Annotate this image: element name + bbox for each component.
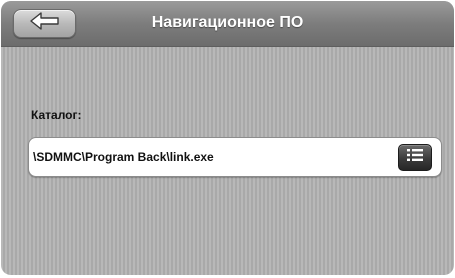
back-arrow-icon <box>29 12 60 35</box>
title-bar: Навигационное ПО <box>1 1 454 47</box>
catalog-path-value: \SDMMC\Program Back\link.exe <box>33 150 214 164</box>
list-icon <box>406 148 424 167</box>
catalog-path-field[interactable]: \SDMMC\Program Back\link.exe <box>28 137 442 177</box>
app-screen: Навигационное ПО Каталог: \SDMMC\Program… <box>1 1 454 275</box>
catalog-label: Каталог: <box>31 108 82 122</box>
browse-button[interactable] <box>398 144 432 171</box>
back-button[interactable] <box>13 9 76 38</box>
